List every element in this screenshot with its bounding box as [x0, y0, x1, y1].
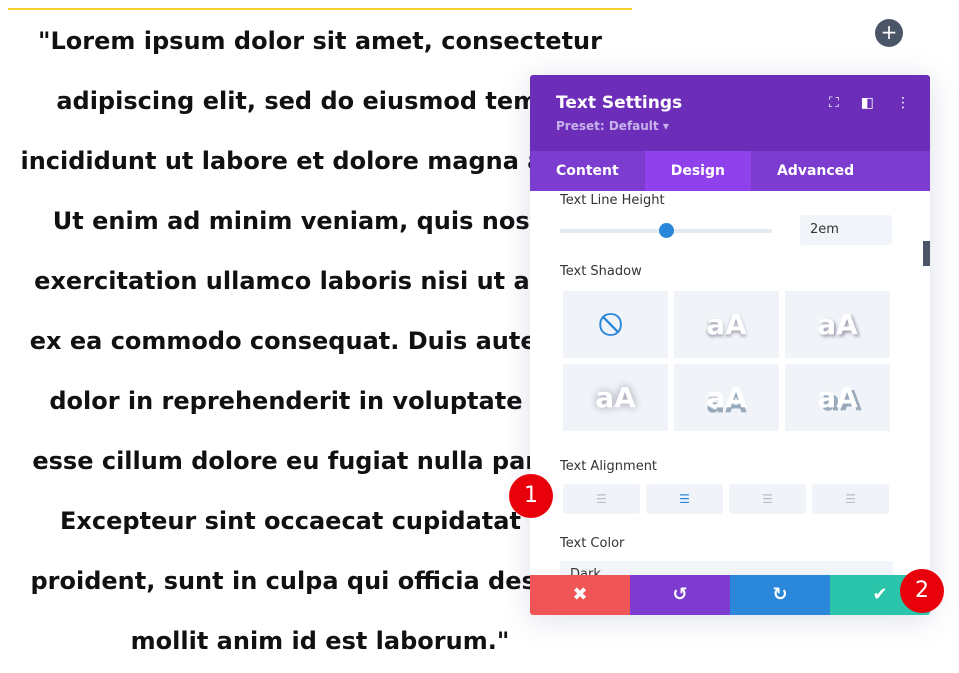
- shadow-option[interactable]: aA: [785, 291, 890, 358]
- text-settings-panel: Text Settings Preset: Default ▾ ⛶ ◧ ⋮ Co…: [530, 75, 930, 615]
- split-view-icon[interactable]: ◧: [861, 95, 874, 111]
- shadow-option[interactable]: aA: [674, 291, 779, 358]
- align-center-icon: ☰: [679, 492, 690, 506]
- text-line: "Lorem ipsum dolor sit amet, consectetur: [38, 27, 602, 55]
- text-alignment-options: ☰ ☰ ☰ ☰: [563, 484, 889, 514]
- align-justify-button[interactable]: ☰: [812, 484, 889, 514]
- preset-dropdown[interactable]: Preset: Default ▾: [556, 119, 904, 133]
- add-module-button[interactable]: +: [875, 19, 903, 47]
- step-badge-2: 2: [900, 569, 944, 613]
- line-height-input[interactable]: 2em: [800, 215, 892, 245]
- align-right-button[interactable]: ☰: [729, 484, 806, 514]
- undo-button[interactable]: ↺: [630, 575, 730, 615]
- scrollbar[interactable]: [923, 241, 930, 266]
- tab-advanced[interactable]: Advanced: [751, 151, 880, 191]
- more-options-icon[interactable]: ⋮: [896, 95, 910, 111]
- text-color-label: Text Color: [560, 536, 625, 551]
- shadow-option[interactable]: aA: [785, 364, 890, 431]
- line-height-slider[interactable]: [560, 223, 772, 238]
- slider-handle[interactable]: [659, 223, 674, 238]
- divider: [8, 8, 632, 10]
- fullscreen-icon[interactable]: ⛶: [829, 95, 839, 111]
- shadow-none-option[interactable]: ⃠: [563, 291, 668, 358]
- text-alignment-label: Text Alignment: [560, 459, 658, 474]
- shadow-option[interactable]: aA: [563, 364, 668, 431]
- panel-header: Text Settings Preset: Default ▾ ⛶ ◧ ⋮: [530, 75, 930, 151]
- align-left-button[interactable]: ☰: [563, 484, 640, 514]
- panel-tabs: Content Design Advanced: [530, 151, 930, 191]
- text-line: mollit anim id est laborum.": [130, 627, 510, 655]
- cancel-button[interactable]: ✖: [530, 575, 630, 615]
- align-left-icon: ☰: [596, 492, 607, 506]
- tab-content[interactable]: Content: [530, 151, 645, 191]
- step-badge-1: 1: [509, 474, 553, 518]
- panel-footer: ✖ ↺ ↻ ✔: [530, 575, 930, 615]
- align-center-button[interactable]: ☰: [646, 484, 723, 514]
- align-justify-icon: ☰: [845, 492, 856, 506]
- text-color-select[interactable]: Dark: [560, 561, 893, 575]
- shadow-option[interactable]: aA: [674, 364, 779, 431]
- panel-content: Text Line Height 2em Text Shadow ⃠ aA aA…: [530, 191, 930, 575]
- redo-button[interactable]: ↻: [730, 575, 830, 615]
- align-right-icon: ☰: [762, 492, 773, 506]
- text-shadow-options: ⃠ aA aA aA aA aA: [563, 291, 890, 431]
- text-shadow-label: Text Shadow: [560, 264, 642, 279]
- tab-design[interactable]: Design: [644, 151, 751, 191]
- line-height-label: Text Line Height: [560, 193, 665, 208]
